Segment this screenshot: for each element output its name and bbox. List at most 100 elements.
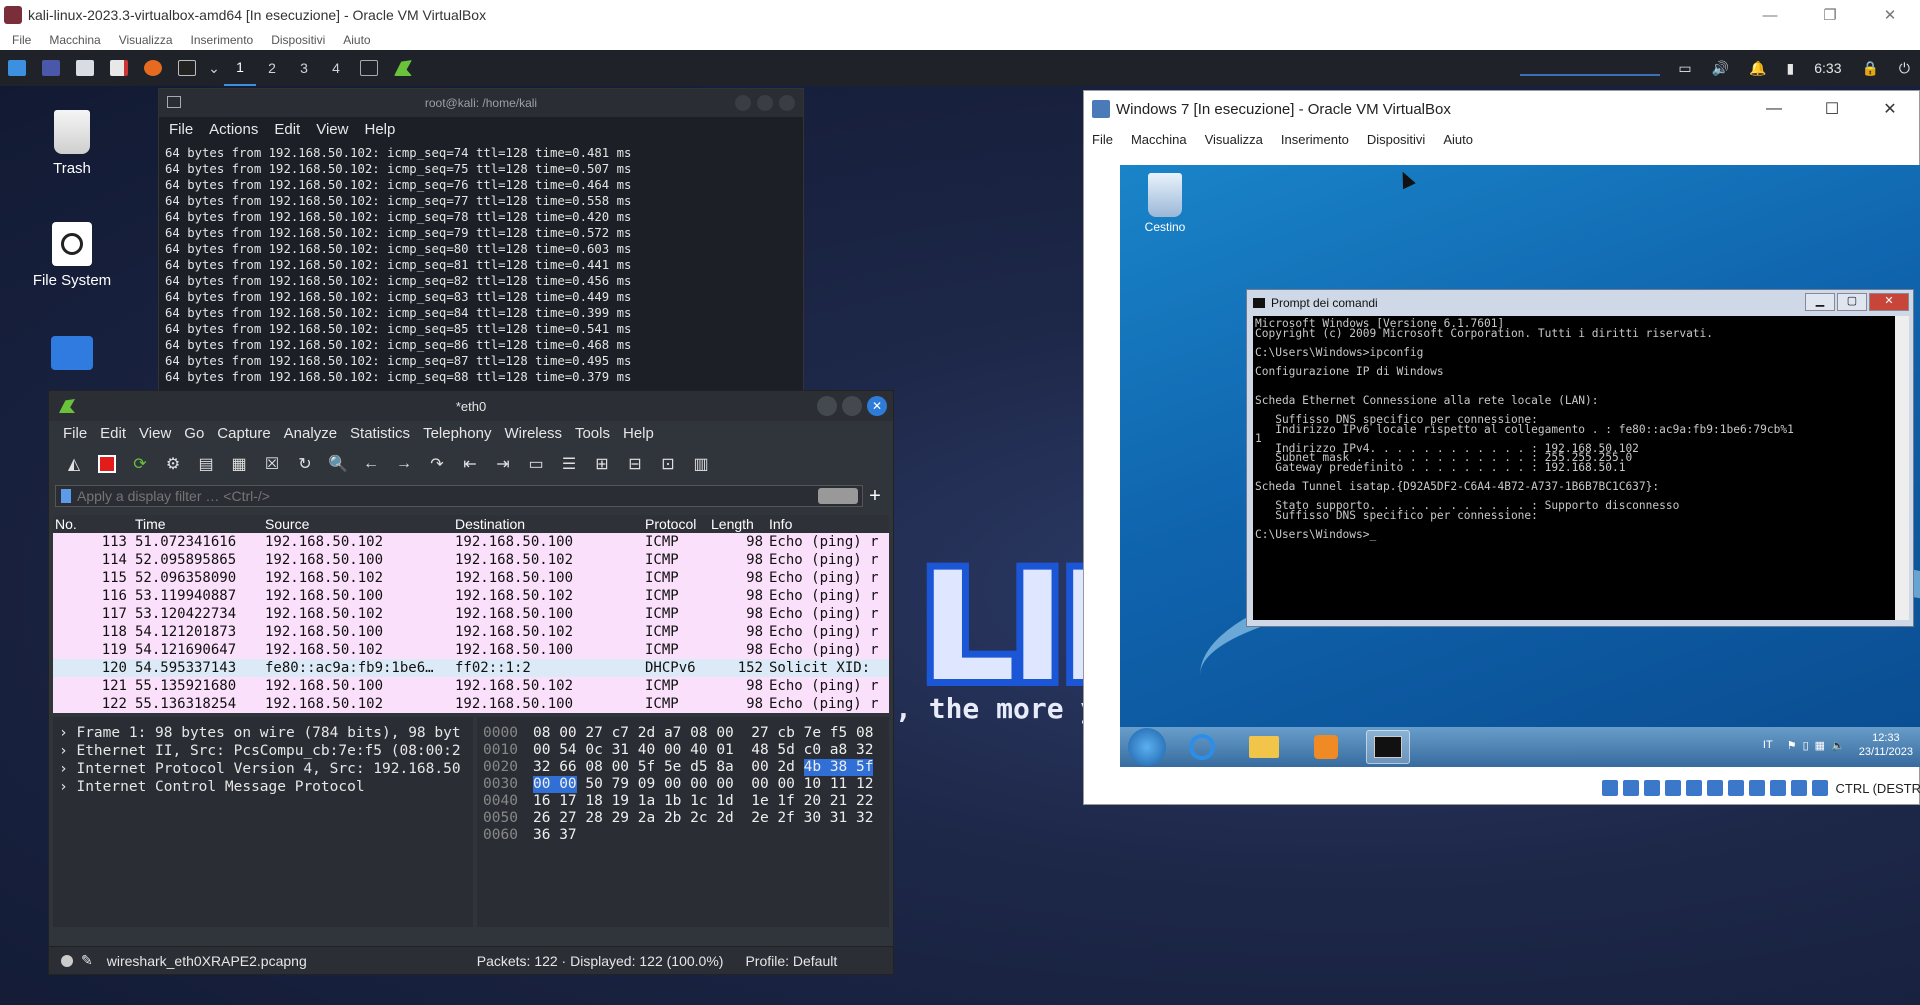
cmd-output[interactable]: Microsoft Windows [Versione 6.1.7601] Cop…	[1253, 316, 1897, 620]
workspace-1[interactable]: 1	[224, 50, 256, 86]
restore-button[interactable]: ❐	[1800, 0, 1860, 30]
ws-menu-wireless[interactable]: Wireless	[504, 425, 562, 442]
cmd-titlebar[interactable]: Prompt dei comandi ▁ ▢ ✕	[1247, 290, 1913, 316]
packet-row[interactable]: 120 54.595337143 fe80::ac9a:fb9:1be6… ff02:…	[53, 659, 889, 677]
win7-clock[interactable]: 12:33 23/11/2023	[1859, 731, 1913, 759]
recording-icon[interactable]	[1748, 780, 1765, 796]
terminal-output[interactable]: 64 bytes from 192.168.50.102: icmp_seq=7…	[159, 141, 803, 389]
go-to-packet-icon[interactable]: ↷	[424, 451, 450, 477]
ws-menu-statistics[interactable]: Statistics	[350, 425, 410, 442]
taskbar-media-player[interactable]	[1304, 730, 1348, 764]
column-header-length[interactable]: Length	[711, 516, 769, 532]
packet-row[interactable]: 119 54.121690647 192.168.50.102 192.168.50.…	[53, 641, 889, 659]
audio-icon[interactable]	[1643, 780, 1660, 796]
capture-comment-icon[interactable]: ✎	[81, 952, 93, 969]
wireshark-titlebar[interactable]: *eth0 ✕	[49, 391, 893, 421]
reload-file-icon[interactable]: ↻	[292, 451, 318, 477]
normal-size-icon[interactable]: ⊡	[655, 451, 681, 477]
terminal-launcher[interactable]	[173, 55, 201, 81]
go-first-packet-icon[interactable]: ⇤	[457, 451, 483, 477]
go-forward-arrow-icon[interactable]: →	[391, 451, 417, 477]
win7-vm-close-button[interactable]: ✕	[1861, 91, 1919, 127]
start-capture-fin-icon[interactable]: ◭	[61, 451, 87, 477]
autoscroll-icon[interactable]: ▭	[523, 451, 549, 477]
vm-menu-visualizza[interactable]: Visualizza	[1205, 132, 1263, 147]
colorize-icon[interactable]: ☰	[556, 451, 582, 477]
save-file-icon[interactable]: ▦	[226, 451, 252, 477]
column-header-source[interactable]: Source	[265, 516, 455, 532]
vm-menu-file[interactable]: File	[1092, 132, 1113, 147]
packet-row[interactable]: 116 53.119940887 192.168.50.100 192.168.50.…	[53, 587, 889, 605]
go-last-packet-icon[interactable]: ⇥	[490, 451, 516, 477]
detail-ethernet[interactable]: › Ethernet II, Src: PcsCompu_cb:7e:f5 (0…	[53, 743, 473, 761]
workspace-4[interactable]: 4	[320, 50, 352, 86]
chevron-down-icon[interactable]: ⌄	[207, 55, 221, 81]
wireshark-window[interactable]: *eth0 ✕ File Edit View Go Capture Analyz…	[48, 390, 894, 975]
host-menu-file[interactable]: File	[12, 33, 31, 47]
start-button[interactable]	[1128, 728, 1166, 766]
ws-menu-tools[interactable]: Tools	[575, 425, 610, 442]
cmd-minimize-button[interactable]: ▁	[1805, 293, 1835, 311]
ws-menu-telephony[interactable]: Telephony	[423, 425, 491, 442]
add-filter-button[interactable]: +	[863, 485, 887, 508]
taskbar-terminal-window[interactable]	[355, 55, 383, 81]
stop-capture-button[interactable]	[94, 451, 120, 477]
text-editor-launcher[interactable]	[105, 55, 133, 81]
detail-frame[interactable]: › Frame 1: 98 bytes on wire (784 bits), …	[53, 725, 473, 743]
taskbar-cmd[interactable]	[1366, 730, 1410, 764]
packet-row[interactable]: 121 55.135921680 192.168.50.100 192.168.50.…	[53, 677, 889, 695]
win7-vm-minimize-button[interactable]: —	[1745, 91, 1803, 127]
power-icon[interactable]: ⏻	[1899, 60, 1910, 77]
desktop-icon-trash[interactable]: Trash	[12, 110, 132, 177]
display-icon[interactable]: ▭	[1678, 60, 1691, 77]
bookmark-icon[interactable]	[61, 489, 71, 503]
packet-row[interactable]: 114 52.095895865 192.168.50.100 192.168.50.…	[53, 551, 889, 569]
usb-icon[interactable]: ▯	[1803, 739, 1809, 752]
zoom-out-icon[interactable]: ⊟	[622, 451, 648, 477]
usb-icon[interactable]	[1685, 780, 1702, 796]
terminal-maximize-button[interactable]	[757, 95, 773, 111]
lock-icon[interactable]: 🔒	[1861, 60, 1878, 77]
win7-guest-screen[interactable]: Cestino Prompt dei comandi ▁ ▢ ✕ Microso…	[1120, 165, 1920, 767]
taskbar-ie[interactable]	[1180, 730, 1224, 764]
hdd-icon[interactable]	[1601, 780, 1618, 796]
host-menu-aiuto[interactable]: Aiuto	[343, 33, 370, 47]
volume-icon[interactable]: 🔊	[1712, 60, 1729, 77]
vm-menu-dispositivi[interactable]: Dispositivi	[1367, 132, 1426, 147]
cmd-close-button[interactable]: ✕	[1869, 293, 1909, 311]
ws-menu-analyze[interactable]: Analyze	[284, 425, 337, 442]
win7-vm-maximize-button[interactable]: ☐	[1803, 91, 1861, 127]
battery-icon[interactable]: ▮	[1787, 60, 1795, 77]
tray-language[interactable]: IT	[1763, 739, 1773, 751]
ws-menu-help[interactable]: Help	[623, 425, 654, 442]
cmd-maximize-button[interactable]: ▢	[1837, 293, 1867, 311]
terminal-close-button[interactable]	[779, 95, 795, 111]
packet-row[interactable]: 122 55.136318254 192.168.50.102 192.168.50.…	[53, 695, 889, 713]
detail-icmp[interactable]: › Internet Control Message Protocol	[53, 779, 473, 797]
kali-menu-button[interactable]	[3, 55, 31, 81]
expert-info-icon[interactable]	[61, 954, 73, 967]
display-filter-input[interactable]	[77, 488, 818, 504]
terminal-minimize-button[interactable]	[735, 95, 751, 111]
packet-row[interactable]: 113 51.072341616 192.168.50.102 192.168.50.…	[53, 533, 889, 551]
workspace-2[interactable]: 2	[256, 50, 288, 86]
show-desktop-button[interactable]	[37, 55, 65, 81]
apply-filter-arrow-icon[interactable]	[818, 488, 858, 504]
detail-ipv4[interactable]: › Internet Protocol Version 4, Src: 192.…	[53, 761, 473, 779]
ws-menu-edit[interactable]: Edit	[100, 425, 126, 442]
packet-row[interactable]: 118 54.121201873 192.168.50.100 192.168.50.…	[53, 623, 889, 641]
column-header-destination[interactable]: Destination	[455, 516, 645, 532]
packet-row[interactable]: 115 52.096358090 192.168.50.102 192.168.50.…	[53, 569, 889, 587]
packet-details-pane[interactable]: › Frame 1: 98 bytes on wire (784 bits), …	[53, 717, 473, 927]
workspace-3[interactable]: 3	[288, 50, 320, 86]
host-menu-visualizza[interactable]: Visualizza	[119, 33, 173, 47]
restart-capture-button[interactable]: ⟳	[127, 451, 153, 477]
wireshark-minimize-button[interactable]	[817, 396, 837, 416]
taskbar-wireshark-window[interactable]	[389, 55, 417, 81]
shared-folders-icon[interactable]	[1706, 780, 1723, 796]
terminal-menu-edit[interactable]: Edit	[274, 121, 300, 138]
terminal-menu-file[interactable]: File	[169, 121, 193, 138]
mouse-integration-icon[interactable]	[1790, 780, 1807, 796]
host-menu-macchina[interactable]: Macchina	[49, 33, 100, 47]
vm-menu-inserimento[interactable]: Inserimento	[1281, 132, 1349, 147]
